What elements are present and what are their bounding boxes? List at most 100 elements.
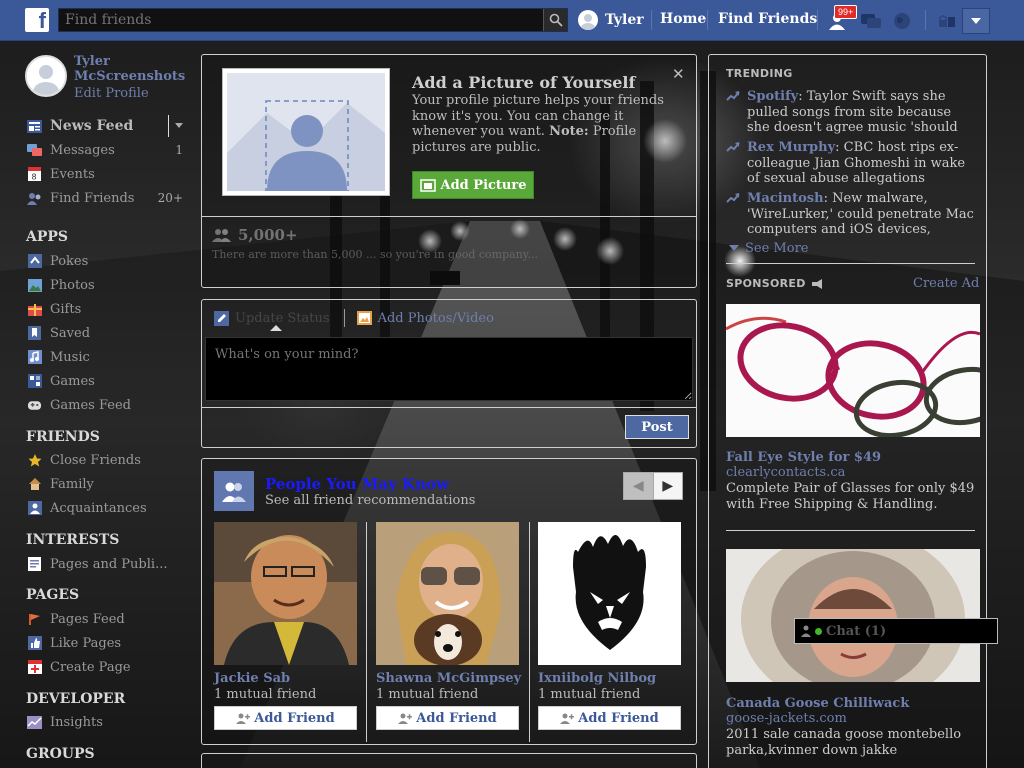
profile-name[interactable]: Tyler McScreenshots [74,54,185,84]
profile-picture-placeholder[interactable] [222,68,390,196]
tab-add-photos-video[interactable]: Add Photos/Video [356,311,494,326]
ad-image-parka[interactable] [726,549,980,682]
sidebar-item-count: 20+ [157,191,183,205]
find-friends-icon [27,191,42,206]
edit-profile-link[interactable]: Edit Profile [74,86,149,101]
search-button[interactable] [543,9,567,31]
add-friend-button[interactable]: Add Friend [214,706,357,730]
add-friend-button[interactable]: Add Friend [538,706,681,730]
friends-note: There are more than 5,000 ... so you're … [212,248,538,261]
account-menu-button[interactable] [962,8,990,34]
sidebar-item-saved[interactable]: Saved [27,323,185,343]
sidebar-item-family[interactable]: Family [27,474,185,494]
status-input[interactable] [205,337,693,401]
facebook-logo-icon[interactable]: f [25,8,49,32]
mutual-friends[interactable]: 1 mutual friend [376,687,520,702]
privacy-lock-icon[interactable] [938,13,956,29]
ad-title[interactable]: Canada Goose Chilliwack [726,696,909,711]
chat-sidebar-toggle[interactable]: Chat (1) [794,618,998,644]
chevron-right-icon[interactable]: ▶ [652,473,682,499]
globe-icon[interactable] [892,11,912,31]
messages-icon [27,143,42,158]
add-friend-button[interactable]: Add Friend [376,706,519,730]
pages-feed-icon [27,612,42,627]
find-friends-link[interactable]: Find Friends [718,11,817,27]
section-heading-groups: GROUPS [26,746,95,762]
sidebar-item-games[interactable]: Games [27,371,185,391]
sidebar-item-pages-public[interactable]: Pages and Publi... [27,554,185,574]
pencil-icon [214,310,229,326]
photos-icon [27,278,42,293]
divider [529,522,530,742]
ad-description[interactable]: 2011 sale canada goose montebello parka,… [726,727,976,759]
person-photo[interactable] [214,522,357,665]
sidebar-item-news-feed[interactable]: News Feed [27,115,185,137]
sidebar-item-create-page[interactable]: Create Page [27,657,185,677]
divider [366,522,367,742]
nav-divider [651,10,652,30]
sidebar-item-label: Events [50,166,95,182]
top-navigation-bar: f Tyler Home Find Friends 99+ [0,0,1024,41]
sidebar-item-close-friends[interactable]: Close Friends [27,450,185,470]
home-link[interactable]: Home [660,11,706,27]
trending-item[interactable]: Macintosh: New malware, 'WireLurker,' co… [726,191,976,237]
person-photo[interactable] [376,522,519,665]
ad-image-glasses[interactable] [726,304,980,437]
messages-icon[interactable] [860,12,882,30]
sidebar-item-label: Gifts [50,301,82,317]
mutual-friends[interactable]: 1 mutual friend [214,687,358,702]
ad-title[interactable]: Fall Eye Style for $49 [726,450,881,465]
person-card: Jackie Sab 1 mutual friend Add Friend [214,522,358,730]
nav-profile-link[interactable]: Tyler [578,10,644,30]
mutual-friends[interactable]: 1 mutual friend [538,687,682,702]
ad-url[interactable]: goose-jackets.com [726,711,847,726]
add-friend-icon [236,713,251,724]
see-more-link[interactable]: See More [729,241,808,256]
sidebar-item-find-friends[interactable]: Find Friends 20+ [27,188,185,208]
sidebar-item-photos[interactable]: Photos [27,275,185,295]
sidebar-item-label: Pages Feed [50,611,125,627]
sidebar-item-like-pages[interactable]: Like Pages [27,633,185,653]
sidebar-item-games-feed[interactable]: Games Feed [27,395,185,415]
person-name[interactable]: Shawna McGimpsey [376,671,521,686]
sidebar-item-pages-feed[interactable]: Pages Feed [27,609,185,629]
person-name[interactable]: Ixniibolg Nilbog [538,671,682,686]
sidebar-item-messages[interactable]: Messages 1 [27,140,185,160]
sidebar-item-music[interactable]: Music [27,347,185,367]
sidebar-item-gifts[interactable]: Gifts [27,299,185,319]
add-friend-icon [398,713,413,724]
camera-icon [419,179,436,192]
ad-url[interactable]: clearlycontacts.ca [726,465,845,480]
nav-user-name: Tyler [605,12,644,28]
profile-avatar[interactable] [25,55,67,97]
pymk-title[interactable]: People You May Know [265,475,449,493]
post-button[interactable]: Post [625,415,689,439]
sidebar-item-pokes[interactable]: Pokes [27,251,185,271]
section-heading-interests: INTERESTS [26,532,120,548]
status-composer: Update Status Add Photos/Video Post [201,299,697,448]
trending-item[interactable]: Spotify: Taylor Swift says she pulled so… [726,89,976,136]
chevron-down-icon[interactable] [175,123,183,129]
sidebar-item-events[interactable]: 8 Events [27,164,185,184]
news-feed-story [201,753,697,768]
add-picture-button[interactable]: Add Picture [412,171,534,199]
ad-description[interactable]: Complete Pair of Glasses for only $49 wi… [726,481,976,513]
sidebar-item-insights[interactable]: Insights [27,712,185,732]
trending-arrow-icon [726,142,740,152]
divider [202,407,696,408]
sidebar-item-acquaintances[interactable]: Acquaintances [27,498,185,518]
close-icon[interactable]: ✕ [672,65,685,83]
chevron-left-icon[interactable]: ◀ [624,473,653,499]
right-column: TRENDING Spotify: Taylor Swift says she … [708,54,987,768]
news-feed-icon [27,119,42,134]
search-input[interactable] [58,8,568,32]
like-icon [27,636,42,651]
person-name[interactable]: Jackie Sab [214,671,358,686]
trending-arrow-icon [726,91,740,101]
pymk-subtitle[interactable]: See all friend recommendations [265,493,475,508]
person-photo[interactable] [538,522,681,665]
trending-item[interactable]: Rex Murphy: CBC host rips ex-colleague J… [726,140,976,187]
sidebar-item-label: Music [50,349,90,365]
create-ad-link[interactable]: Create Ad [913,276,979,291]
tab-update-status[interactable]: Update Status [214,310,330,326]
